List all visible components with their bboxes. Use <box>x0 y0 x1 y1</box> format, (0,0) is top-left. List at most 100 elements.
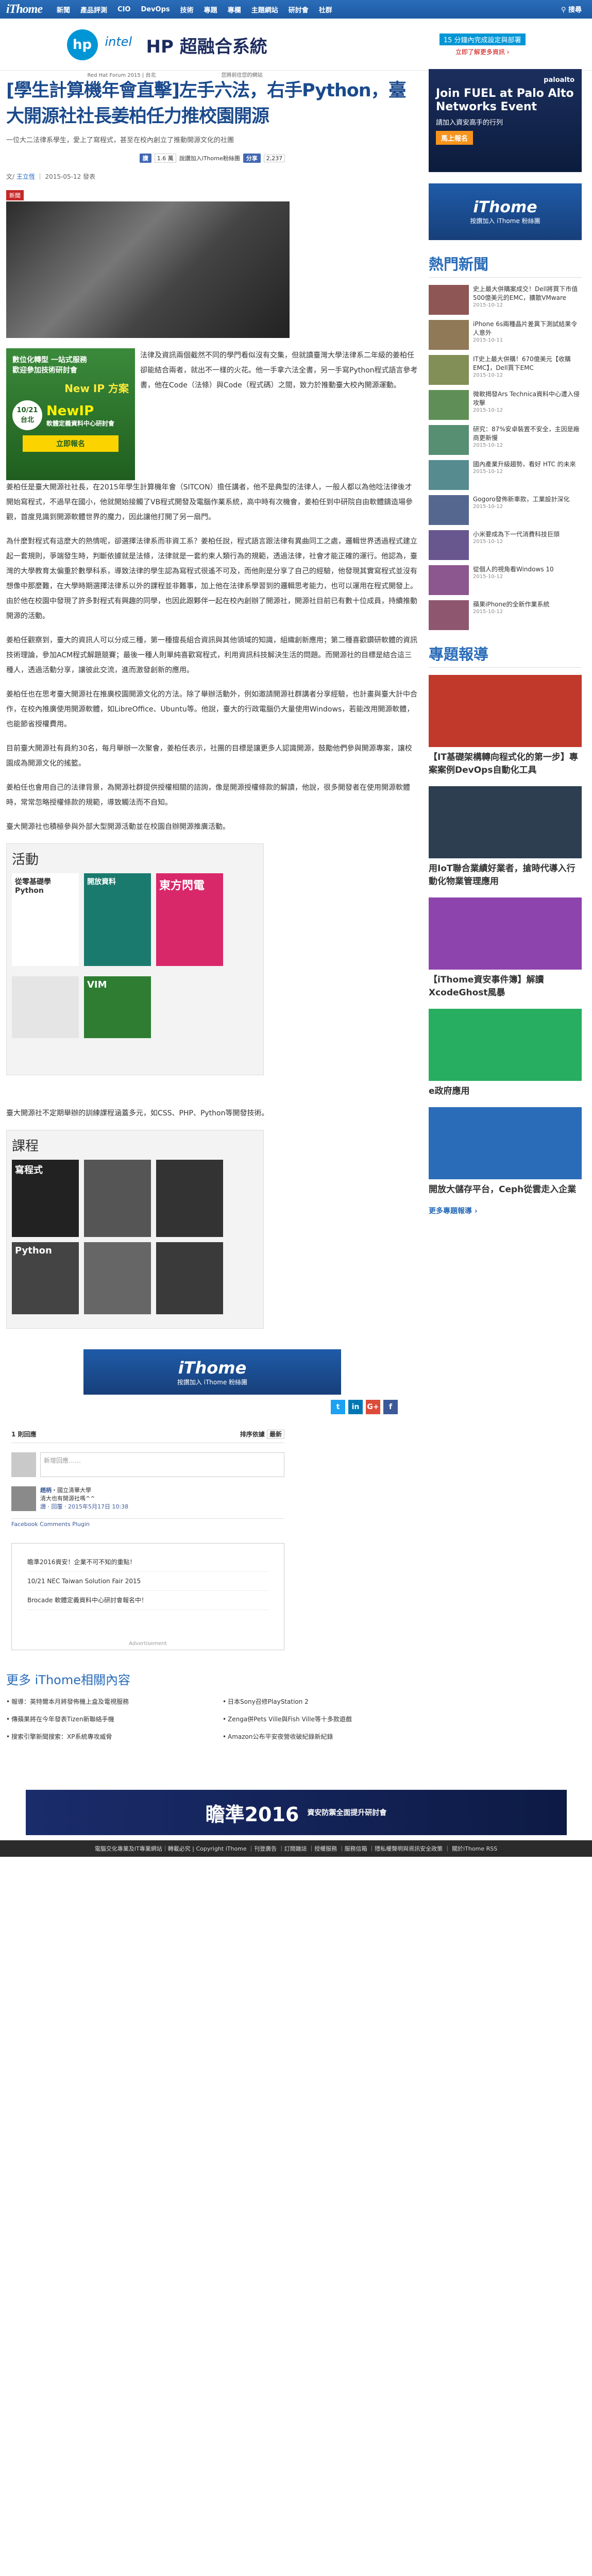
report-image <box>429 1107 582 1179</box>
googleplus-icon[interactable]: G+ <box>366 1400 380 1414</box>
ad-label: Advertisement <box>129 1641 167 1647</box>
paragraph: 姜柏任也在思考臺大開源社在推廣校園開源文化的方法。除了舉辦活動外，例如邀請開源社… <box>6 690 417 728</box>
paragraph: 姜柏任觀察到，臺大的資訊人可以分成三種，第一種擅長組合資訊與其他領域的知識，組織… <box>6 636 417 674</box>
nav-item-topics[interactable]: 專題 <box>204 5 217 14</box>
left-ad[interactable]: 數位化轉型 一站式服務 歡迎參加技術研討會 New IP 方案 10/21 台北… <box>6 348 135 480</box>
nav-item-tech[interactable]: 技術 <box>180 5 194 14</box>
report-item[interactable]: 用IoT聯合業績好業者，搶時代導入行動化物業管理應用 <box>429 786 582 888</box>
promo-item[interactable]: 10/21 NEC Taiwan Solution Fair 2015 <box>27 1572 268 1591</box>
share-text: 說讚加入iThome粉絲團 <box>179 155 240 162</box>
news-title[interactable]: IT史上最大併購！670億美元【收購EMC】，Dell買下EMC <box>473 355 582 372</box>
sidebar-ad[interactable]: paloalto Join FUEL at Palo Alto Networks… <box>429 69 582 172</box>
top-nav: iThome 新聞 產品評測 CIO DevOps 技術 專題 專欄 主題網站 … <box>0 0 592 19</box>
comment-text: 清大也有開源社嗎^^ <box>40 1495 95 1502</box>
related-link[interactable]: 日本Sony召修PlayStation 2 <box>223 1696 418 1707</box>
news-thumbnail <box>429 285 469 315</box>
sidebar-fanpage[interactable]: iThome 按讚加入 iThome 粉絲團 <box>429 183 582 240</box>
fb-plugin-link[interactable]: Facebook Comments Plugin <box>11 1518 284 1528</box>
nav-item-reviews[interactable]: 產品評測 <box>80 5 107 14</box>
promo-item[interactable]: 瞻準2016資安！企業不可不知的重點！ <box>27 1553 268 1572</box>
news-title[interactable]: Gogoro發佈新車款，工業設計深化 <box>473 495 570 504</box>
site-logo[interactable]: iThome <box>6 3 43 16</box>
hot-news-title: 熱門新聞 <box>429 252 582 278</box>
top-ad[interactable]: hp intel HP 超融合系統 15 分鐘內完成設定與部署 立即了解更多資訊… <box>0 19 592 78</box>
related-link[interactable]: 報導：英特爾本月將發佈機上盒及電視服務 <box>6 1696 202 1707</box>
news-thumbnail <box>429 320 469 350</box>
hot-news-item[interactable]: 從個人的視角看Windows 10 2015-10-12 <box>429 565 582 595</box>
footer-ad[interactable]: 瞻準2016 資安防禦全面提升研討會 <box>25 1790 567 1835</box>
category-tag[interactable]: 新聞 <box>6 190 24 200</box>
report-item[interactable]: 【iThome資安事件簿】解讀XcodeGhost風暴 <box>429 897 582 999</box>
paragraph: 法律及資訊兩個截然不同的學門看似沒有交集，但就讀臺灣大學法律系二年級的姜柏任卻能… <box>140 351 418 389</box>
hot-news-item[interactable]: 蘋果iPhone的全新作業系統 2015-10-12 <box>429 600 582 630</box>
author-link[interactable]: 王立恆 <box>16 173 35 180</box>
related-link[interactable]: Zenga併Pets Ville與Fish Ville等十多款遊戲 <box>223 1714 418 1725</box>
report-item[interactable]: 開放大儲存平台，Ceph從雲走入企業 <box>429 1107 582 1196</box>
nav-item-seminars[interactable]: 研討會 <box>289 5 309 14</box>
hot-news-item[interactable]: 微軟揭發Ars Technica資料中心遭入侵攻擊 2015-10-12 <box>429 390 582 420</box>
hot-news-item[interactable]: 研究：87%安卓裝置不安全，主因是廠商更新慢 2015-10-12 <box>429 425 582 455</box>
register-button[interactable]: 立即報名 <box>23 435 119 452</box>
ad-link[interactable]: 立即了解更多資訊 › <box>439 47 526 56</box>
report-title[interactable]: 用IoT聯合業績好業者，搶時代導入行動化物業管理應用 <box>429 862 582 888</box>
signup-button[interactable]: 馬上報名 <box>436 131 473 145</box>
related-link[interactable]: Amazon公布平安夜營收破紀錄新紀錄 <box>223 1731 418 1742</box>
like-button[interactable]: 讚 <box>139 154 151 163</box>
news-title[interactable]: 蘋果iPhone的全新作業系統 <box>473 600 550 609</box>
main-column: [學生計算機年會直擊]左手六法，右手Python，臺大開源社社長姜柏任力推校園開… <box>6 71 429 1749</box>
news-title[interactable]: 史上最大併購案成交！Dell將買下市值500億美元的EMC，擴散VMware <box>473 285 582 302</box>
news-thumbnail <box>429 425 469 455</box>
news-title[interactable]: 國內產業升級趨勢，看好 HTC 的未來 <box>473 460 576 469</box>
nav-item-community[interactable]: 社群 <box>319 5 332 14</box>
avatar <box>11 1486 36 1511</box>
report-title[interactable]: 【IT基礎架構轉向程式化的第一步】專案案例DevOps自動化工具 <box>429 751 582 777</box>
report-title[interactable]: e政府應用 <box>429 1085 582 1098</box>
nav-item-cio[interactable]: CIO <box>117 6 130 13</box>
hot-news-item[interactable]: 國內產業升級趨勢，看好 HTC 的未來 2015-10-12 <box>429 460 582 490</box>
hot-news-item[interactable]: IT史上最大併購！670億美元【收購EMC】，Dell買下EMC 2015-10-… <box>429 355 582 385</box>
news-title[interactable]: 微軟揭發Ars Technica資料中心遭入侵攻擊 <box>473 390 582 408</box>
hp-logo: hp <box>66 29 98 60</box>
report-item[interactable]: e政府應用 <box>429 1009 582 1098</box>
twitter-icon[interactable]: t <box>331 1400 345 1414</box>
commenter-name[interactable]: 趙柄 <box>40 1487 52 1494</box>
report-item[interactable]: 【IT基礎架構轉向程式化的第一步】專案案例DevOps自動化工具 <box>429 675 582 777</box>
news-date: 2015-10-11 <box>473 337 503 343</box>
search-button[interactable]: ⚲ 搜尋 <box>561 4 582 14</box>
more-reports-link[interactable]: 更多專題報導 › <box>429 1206 582 1216</box>
hot-news-item[interactable]: 史上最大併購案成交！Dell將買下市值500億美元的EMC，擴散VMware 20… <box>429 285 582 315</box>
fanpage-banner[interactable]: iThome 按讚加入 iThome 粉絲團 <box>83 1349 341 1395</box>
image-caption: 臺大開源社不定期舉辦的訓練課程涵蓋多元，如CSS、PHP、Python等開發技術… <box>6 1109 269 1117</box>
site-footer: 電腦交化專業及IT專業網站｜轉載必究 | Copyright iThome ｜刊… <box>0 1840 592 1857</box>
news-title[interactable]: 從個人的視角看Windows 10 <box>473 565 554 574</box>
news-thumbnail <box>429 390 469 420</box>
news-title[interactable]: iPhone 6s兩種晶片差異下測試結果令人意外 <box>473 320 582 337</box>
related-link[interactable]: 搜索引擎新聞搜索：XP系統專攻威脅 <box>6 1731 202 1742</box>
related-link[interactable]: 傳蘋果將在今年發表Tizen新聯絡手機 <box>6 1714 202 1725</box>
like-count: 1.6 萬 <box>154 154 176 163</box>
comment-input[interactable]: 新增回應…… <box>40 1452 284 1477</box>
share-button[interactable]: 分享 <box>243 154 261 163</box>
sort-select[interactable]: 最新 <box>266 1430 284 1439</box>
nav-item-columns[interactable]: 專欄 <box>228 5 241 14</box>
hot-news-item[interactable]: iPhone 6s兩種晶片差異下測試結果令人意外 2015-10-11 <box>429 320 582 350</box>
news-title[interactable]: 小米要成為下一代消費科技巨頭 <box>473 530 560 539</box>
nav-item-devops[interactable]: DevOps <box>141 6 170 13</box>
facebook-icon[interactable]: f <box>383 1400 398 1414</box>
paragraph: 姜柏任也會用自己的法律背景，為開源社群提供授權相關的諮詢，像是開源授權條款的解讀… <box>6 784 410 807</box>
news-date: 2015-10-12 <box>473 539 503 545</box>
nav-item-theme-sites[interactable]: 主題網站 <box>251 5 278 14</box>
news-thumbnail <box>429 600 469 630</box>
news-title[interactable]: 研究：87%安卓裝置不安全，主因是廠商更新慢 <box>473 425 582 443</box>
promo-box: 瞻準2016資安！企業不可不知的重點！ 10/21 NEC Taiwan Sol… <box>11 1543 284 1650</box>
comment: 趙柄・國立清華大學 清大也有開源社嗎^^ 讚 · 回覆 · 2015年5月17日… <box>11 1486 284 1511</box>
hot-news-item[interactable]: Gogoro發佈新車款，工業設計深化 2015-10-12 <box>429 495 582 525</box>
report-title[interactable]: 開放大儲存平台，Ceph從雲走入企業 <box>429 1183 582 1196</box>
comment-actions[interactable]: 讚 · 回覆 · 2015年5月17日 10:38 <box>40 1503 128 1511</box>
promo-item[interactable]: Brocade 軟體定義資料中心研討會報名中！ <box>27 1591 268 1610</box>
linkedin-icon[interactable]: in <box>348 1400 363 1414</box>
news-date: 2015-10-12 <box>473 302 503 308</box>
nav-item-news[interactable]: 新聞 <box>57 5 70 14</box>
hot-news-item[interactable]: 小米要成為下一代消費科技巨頭 2015-10-12 <box>429 530 582 560</box>
report-title[interactable]: 【iThome資安事件簿】解讀XcodeGhost風暴 <box>429 974 582 999</box>
